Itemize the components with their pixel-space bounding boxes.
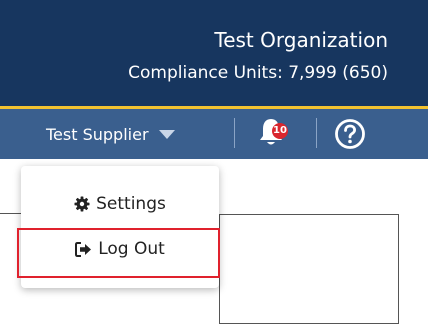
menu-item-label: Settings <box>96 194 166 214</box>
header-bar <box>0 0 428 106</box>
nav-divider <box>316 118 317 148</box>
notification-badge: 10 <box>272 123 288 139</box>
user-menu-toggle[interactable]: Test Supplier <box>46 120 176 148</box>
user-name: Test Supplier <box>46 124 149 144</box>
gear-icon <box>74 196 90 212</box>
compliance-units: Compliance Units: 7,999 (650) <box>128 63 388 83</box>
content-panel-edge <box>0 213 21 214</box>
notifications-button[interactable]: 10 <box>258 117 298 151</box>
organization-name: Test Organization <box>214 28 388 52</box>
help-button[interactable] <box>334 118 366 150</box>
caret-down-icon <box>158 129 175 139</box>
logout-highlight <box>17 228 220 278</box>
menu-item-settings[interactable]: Settings <box>21 184 219 224</box>
nav-divider <box>234 118 235 148</box>
question-circle-icon <box>335 119 365 149</box>
